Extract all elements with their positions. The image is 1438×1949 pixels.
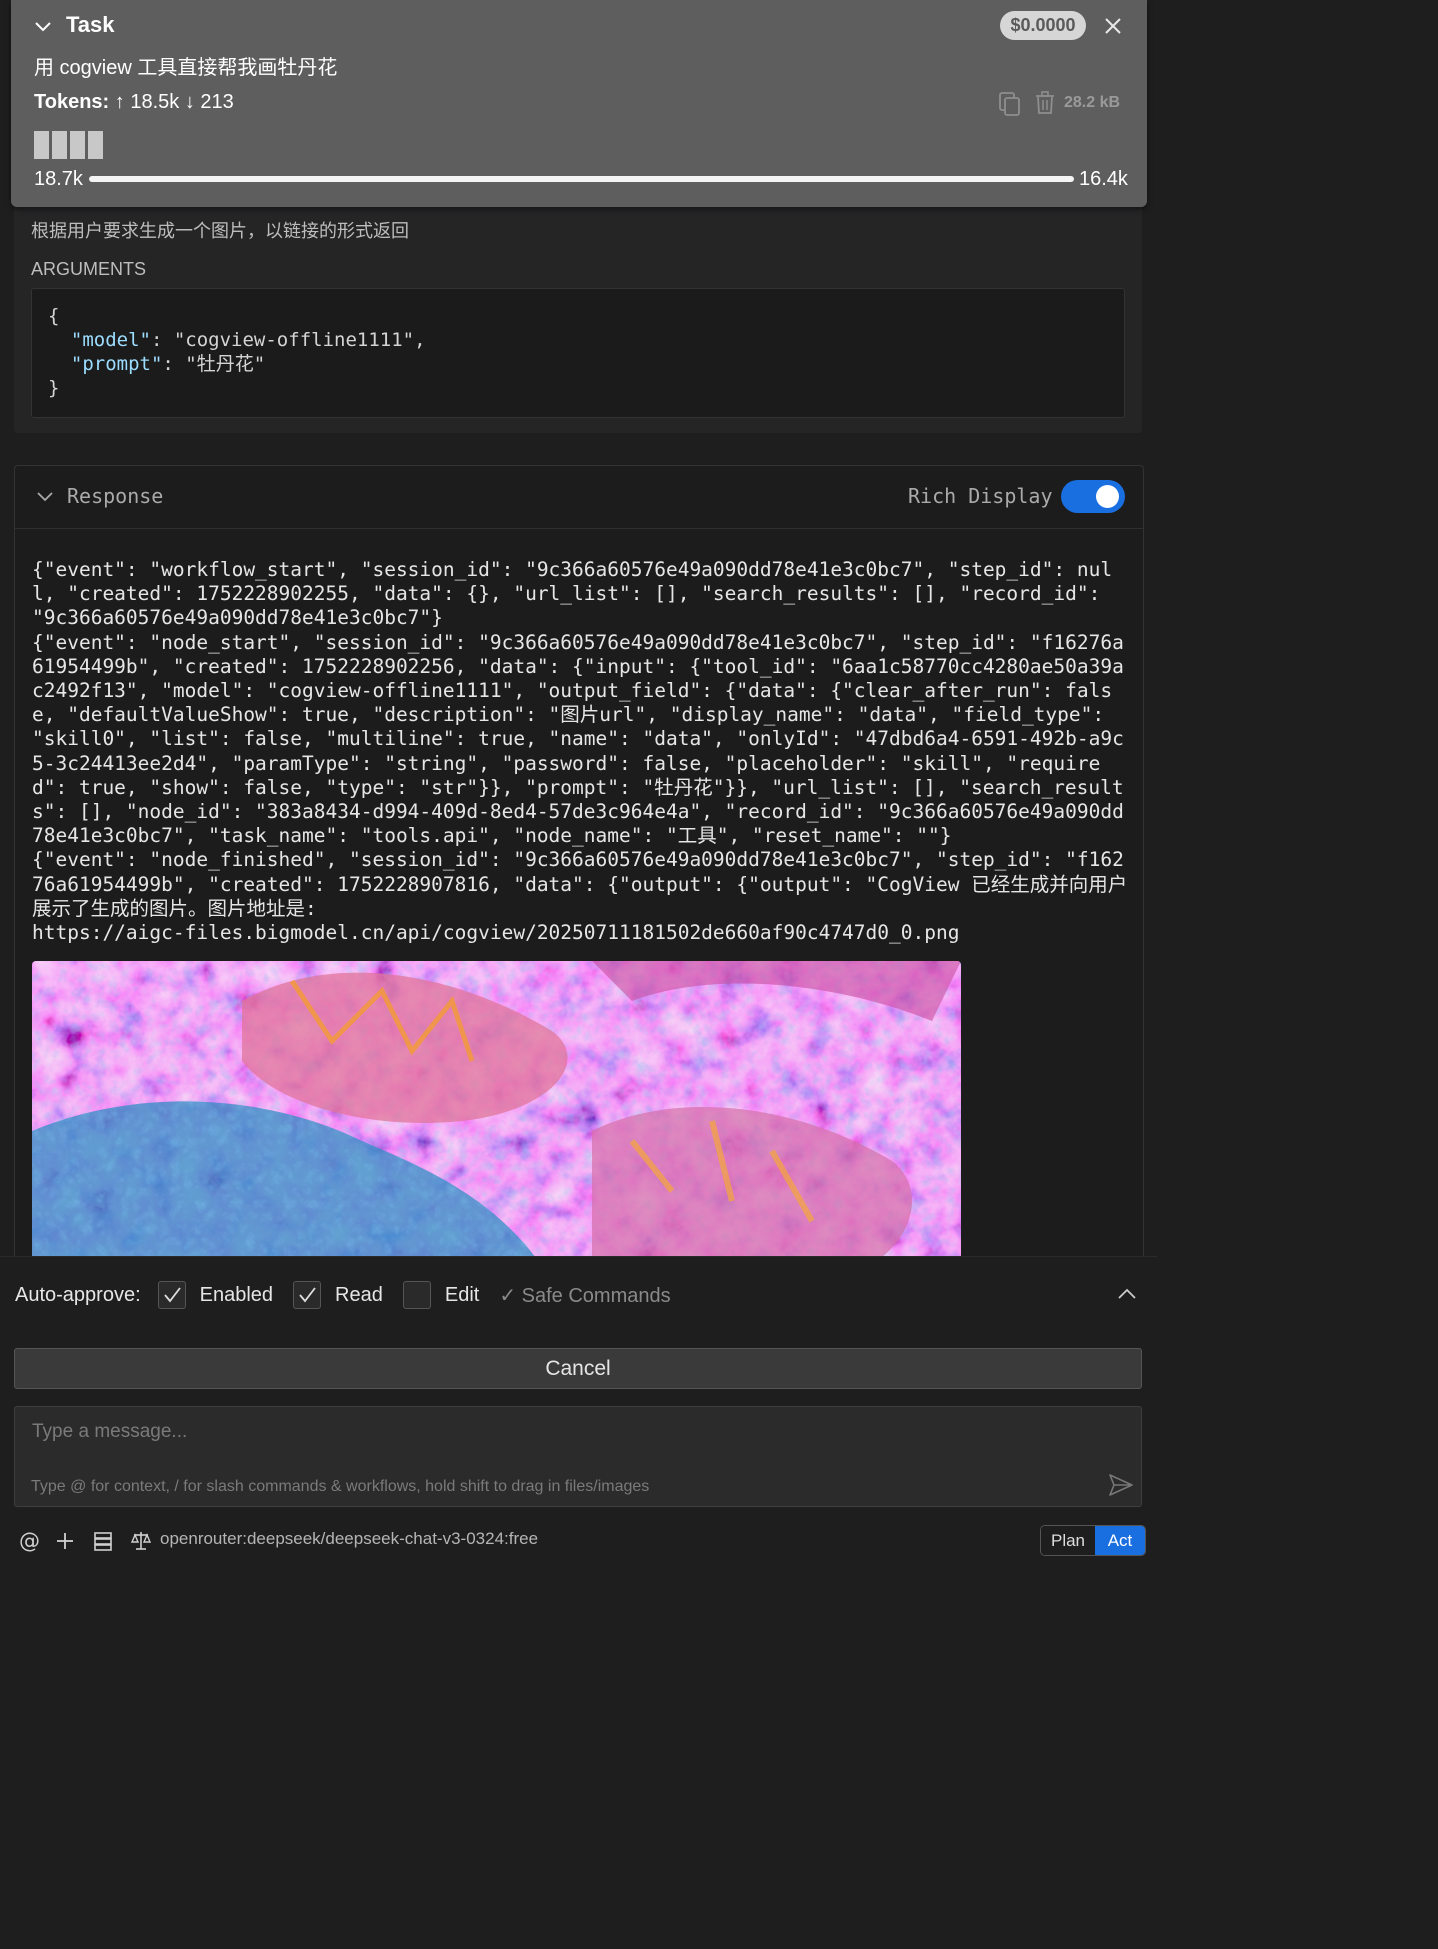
task-header: Task $0.0000 用 cogview 工具直接帮我画牡丹花 Tokens… [11,0,1147,207]
auto-approve-label: Auto-approve: [15,1283,141,1306]
context-size: 28.2 kB [1064,94,1121,111]
response-line: {"event": "node_start", "session_id": "9… [32,630,1124,654]
arguments-code: { "model": "cogview-offline1111", "promp… [31,288,1125,418]
response-line: 5-3c24413ee2d4", "paramType": "string", … [32,751,1101,775]
response-line: c2492f13", "model": "cogview-offline1111… [32,679,1113,703]
footer: @ openrouter:deepseek/deepseek-chat-v3-0… [0,1525,1157,1559]
generated-peony-image [32,961,961,1266]
arrow-down-icon: ↓ [184,91,195,113]
at-mention-icon[interactable]: @ [18,1529,40,1553]
arg-model-key: "model" [70,329,151,351]
safe-commands-label[interactable]: ✓ Safe Commands [499,1283,670,1308]
copy-icon[interactable] [998,91,1022,117]
input-hint: Type @ for context, / for slash commands… [31,1478,650,1495]
arguments-label: ARGUMENTS [31,259,147,279]
context-blocks [34,131,103,159]
response-output: {"event": "workflow_start", "session_id"… [32,558,1128,945]
response-line: {"event": "node_finished", "session_id":… [32,848,1124,872]
response-line: "9c366a60576e49a090dd78e41e3c0bc7"} [32,606,443,630]
scale-icon[interactable] [130,1529,152,1553]
plan-mode-button[interactable]: Plan [1041,1526,1095,1555]
chevron-up-icon[interactable] [1116,1287,1138,1301]
response-line: 76a61954499b", "created": 1752228907816,… [32,872,1128,896]
response-line: 61954499b", "created": 1752228902256, "d… [32,654,1124,678]
add-icon[interactable] [54,1529,76,1553]
server-icon[interactable] [93,1529,113,1553]
enabled-checkbox[interactable] [157,1281,186,1309]
message-input[interactable] [30,1420,1094,1444]
enabled-label: Enabled [199,1283,274,1306]
context-progress-bar [89,176,1074,182]
arg-prompt-key: "prompt" [70,353,163,375]
arrow-up-icon: ↑ [114,91,125,113]
cancel-button[interactable]: Cancel [14,1348,1142,1389]
task-title: Task [66,12,115,37]
auto-approve-row: Auto-approve: Enabled Read Edit ✓ Safe C… [15,1281,671,1309]
read-checkbox[interactable] [293,1281,322,1309]
task-prompt: 用 cogview 工具直接帮我画牡丹花 [34,57,338,79]
toggle-knob [1096,485,1119,508]
chevron-down-icon[interactable] [36,490,54,504]
message-box: Type @ for context, / for slash commands… [14,1406,1142,1507]
response-line: "skill0", "list": false, "multiline": tr… [32,727,1124,751]
context-max: 16.4k [1079,168,1128,190]
response-line: l, "created": 1752228902255, "data": {},… [32,582,1101,606]
cost-badge: $0.0000 [1000,11,1086,40]
send-icon[interactable] [1108,1473,1134,1497]
tokens-in: 18.5k [130,91,180,113]
tokens-label: Tokens: [34,91,110,113]
response-line: s": [], "node_id": "383a8434-d994-409d-8… [32,800,1124,824]
read-label: Read [335,1283,383,1306]
context-used: 18.7k [34,168,83,190]
trash-icon[interactable] [1034,91,1056,115]
rich-display-toggle[interactable] [1061,480,1125,513]
arg-model-value: "cogview-offline1111" [173,329,415,351]
response-line: d": true, "show": false, "type": "str"}}… [32,775,1124,799]
chevron-down-icon[interactable] [33,14,53,38]
rich-display-label: Rich Display [908,484,1053,508]
tool-call-section: 根据用户要求生成一个图片，以链接的形式返回 ARGUMENTS { "model… [14,207,1142,433]
svg-text:@: @ [19,1529,40,1553]
response-line: 78e41e3c0bc7", "task_name": "tools.api",… [32,824,952,848]
edit-label: Edit [444,1283,480,1306]
bottom-bar: Auto-approve: Enabled Read Edit ✓ Safe C… [0,1256,1157,1949]
arg-prompt-value: "牡丹花" [185,353,266,375]
edit-checkbox[interactable] [402,1281,431,1309]
act-mode-button[interactable]: Act [1095,1526,1145,1555]
tokens-info: Tokens: ↑ 18.5k ↓ 213 [34,91,234,114]
tokens-out: 213 [200,91,234,113]
close-icon[interactable] [1100,13,1126,39]
response-title: Response [67,484,164,508]
response-line: 展示了生成的图片。图片地址是: [32,896,317,920]
response-panel: Response Rich Display {"event": "workflo… [14,465,1144,1266]
model-selector[interactable]: openrouter:deepseek/deepseek-chat-v3-032… [160,1529,538,1549]
response-line: https://aigc-files.bigmodel.cn/api/cogvi… [32,921,960,945]
response-header[interactable]: Response Rich Display [15,466,1143,529]
response-line: {"event": "workflow_start", "session_id"… [32,558,1113,581]
tool-description: 根据用户要求生成一个图片，以链接的形式返回 [31,221,409,241]
response-line: e, "defaultValueShow": true, "descriptio… [32,703,1105,727]
plan-act-toggle[interactable]: Plan Act [1040,1525,1146,1556]
